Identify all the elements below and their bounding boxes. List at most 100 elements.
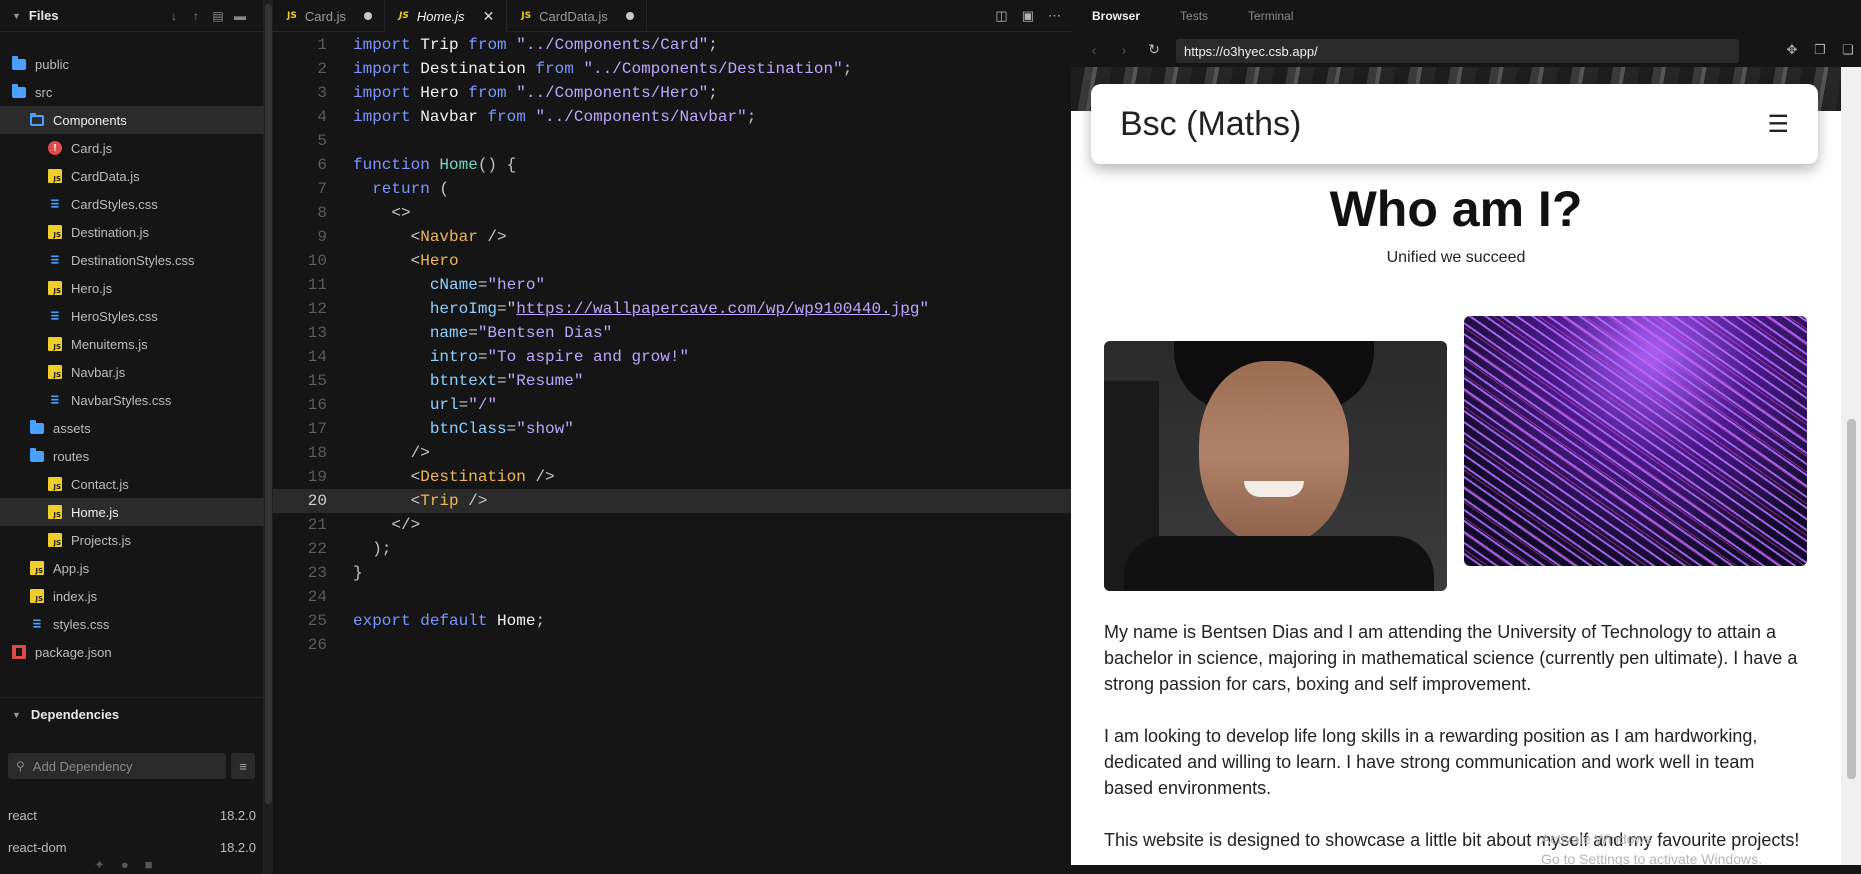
code-line[interactable]: 19 <Destination /> (273, 465, 1071, 489)
tree-item[interactable]: package.json (0, 638, 264, 666)
code-line[interactable]: 16 url="/" (273, 393, 1071, 417)
tree-item[interactable]: ≡ HeroStyles.css (0, 302, 264, 330)
tree-item[interactable]: JS Home.js (0, 498, 264, 526)
new-file-icon[interactable]: ▤ (207, 6, 229, 26)
tree-item[interactable]: ≡ CardStyles.css (0, 190, 264, 218)
code-line[interactable]: 15 btntext="Resume" (273, 369, 1071, 393)
back-icon[interactable]: ‹ (1079, 42, 1109, 58)
split-view-icon[interactable]: ◫ (995, 8, 1007, 24)
code-token: <> (353, 204, 411, 222)
tree-item[interactable]: JS Contact.js (0, 470, 264, 498)
tree-item[interactable]: JS index.js (0, 582, 264, 610)
preview-icon[interactable]: ▣ (1022, 8, 1034, 24)
sidebar-scrollbar[interactable] (264, 0, 273, 874)
tree-item[interactable]: routes (0, 442, 264, 470)
add-dependency-input[interactable] (32, 758, 203, 774)
tab-browser[interactable]: Browser (1092, 9, 1140, 23)
code-token: = (458, 396, 469, 414)
code-line[interactable]: 6 function Home() { (273, 153, 1071, 177)
code-line[interactable]: 4 import Navbar from "../Components/Navba… (273, 105, 1071, 129)
tab-card-js[interactable]: JS Card.js (273, 0, 386, 32)
code-line[interactable]: 26 (273, 633, 1071, 657)
dependency-menu-button[interactable]: ≡ (231, 753, 255, 779)
tab-carddata-js[interactable]: JS CardData.js (507, 0, 647, 32)
tree-item[interactable]: assets (0, 414, 264, 442)
site-logo[interactable]: Bsc (Maths) (1120, 105, 1301, 144)
code-line[interactable]: 25 export default Home; (273, 609, 1071, 633)
twitter-icon[interactable]: ✦ (94, 857, 105, 873)
forward-icon[interactable]: › (1109, 42, 1139, 58)
open-new-window-icon[interactable]: ❐ (1809, 39, 1831, 61)
code-line[interactable]: 9 <Navbar /> (273, 225, 1071, 249)
url-input[interactable] (1176, 39, 1739, 63)
line-number: 1 (317, 36, 327, 54)
line-number: 15 (307, 372, 327, 390)
code-line[interactable]: 24 (273, 585, 1071, 609)
css-file-icon: ≡ (32, 616, 42, 632)
code-line[interactable]: 18 /> (273, 441, 1071, 465)
tree-item[interactable]: src (0, 78, 264, 106)
files-panel-header[interactable]: ▼ Files ↓ ↑ ▤ ▬ (0, 0, 263, 32)
code-line[interactable]: 8 <> (273, 201, 1071, 225)
tree-item[interactable]: Components (0, 106, 264, 134)
code-line[interactable]: 5 (273, 129, 1071, 153)
tab-label: Home.js (416, 8, 465, 24)
tree-item-label: package.json (35, 644, 112, 660)
tree-item[interactable]: JS App.js (0, 554, 264, 582)
line-text: btnClass="show" (327, 417, 574, 441)
tree-item[interactable]: JS Destination.js (0, 218, 264, 246)
reload-icon[interactable]: ↻ (1139, 41, 1169, 58)
tab-tests[interactable]: Tests (1180, 9, 1208, 23)
fullscreen-icon[interactable]: ❏ (1837, 39, 1859, 61)
code-line[interactable]: 2 import Destination from "../Components/… (273, 57, 1071, 81)
code-line[interactable]: 17 btnClass="show" (273, 417, 1071, 441)
dependency-row[interactable]: react 18.2.0 (8, 804, 256, 826)
dependencies-header[interactable]: ▼ Dependencies (0, 697, 264, 731)
unsaved-dot-icon[interactable] (364, 12, 373, 20)
js-file-icon: JS (521, 11, 532, 21)
code-line[interactable]: 20 <Trip /> (273, 489, 1071, 513)
new-folder-icon[interactable]: ▬ (229, 6, 251, 26)
code-line[interactable]: 11 cName="hero" (273, 273, 1071, 297)
more-options-icon[interactable]: ⋯ (1048, 8, 1061, 24)
sort-up-icon[interactable]: ↑ (185, 6, 207, 26)
collapse-caret-icon[interactable]: ▼ (12, 11, 21, 21)
code-line[interactable]: 1 import Trip from "../Components/Card"; (273, 33, 1071, 57)
tab-terminal[interactable]: Terminal (1248, 9, 1293, 23)
dependency-row[interactable]: react-dom 18.2.0 (8, 836, 256, 858)
code-line[interactable]: 14 intro="To aspire and grow!" (273, 345, 1071, 369)
page-subtitle: Unified we succeed (1386, 249, 1526, 266)
discord-icon[interactable]: ■ (145, 857, 153, 873)
tree-item[interactable]: JS Projects.js (0, 526, 264, 554)
code-line[interactable]: 7 return ( (273, 177, 1071, 201)
tree-item[interactable]: JS Hero.js (0, 274, 264, 302)
tree-item[interactable]: JS CardData.js (0, 162, 264, 190)
github-icon[interactable]: ● (121, 857, 129, 873)
add-dependency-field[interactable]: ⚲ (8, 753, 226, 779)
tree-item[interactable]: ! Card.js (0, 134, 264, 162)
css-file-icon: ≡ (50, 308, 60, 324)
code-line[interactable]: 12 heroImg="https://wallpapercave.com/wp… (273, 297, 1071, 321)
unsaved-dot-icon[interactable] (625, 12, 634, 20)
collapse-caret-icon[interactable]: ▼ (12, 710, 21, 720)
tab-home-js[interactable]: JS Home.js ✕ (385, 0, 508, 32)
tree-item[interactable]: public (0, 50, 264, 78)
tree-item[interactable]: ≡ styles.css (0, 610, 264, 638)
responsive-icon[interactable]: ✥ (1781, 39, 1803, 61)
hamburger-menu-icon[interactable]: ☰ (1767, 110, 1789, 139)
code-line[interactable]: 22 ); (273, 537, 1071, 561)
tree-item[interactable]: ≡ DestinationStyles.css (0, 246, 264, 274)
tree-item[interactable]: JS Navbar.js (0, 358, 264, 386)
tree-item[interactable]: ≡ NavbarStyles.css (0, 386, 264, 414)
code-line[interactable]: 23} (273, 561, 1071, 585)
code-line[interactable]: 21 </> (273, 513, 1071, 537)
code-area[interactable]: 1 import Trip from "../Components/Card"; 2… (273, 33, 1071, 657)
code-line[interactable]: 13 name="Bentsen Dias" (273, 321, 1071, 345)
close-icon[interactable]: ✕ (483, 8, 495, 25)
code-line[interactable]: 10 <Hero (273, 249, 1071, 273)
sort-down-icon[interactable]: ↓ (163, 6, 185, 26)
tree-item[interactable]: JS Menuitems.js (0, 330, 264, 358)
preview-scrollbar[interactable] (1841, 67, 1861, 865)
code-line[interactable]: 3 import Hero from "../Components/Hero"; (273, 81, 1071, 105)
code-token: "To aspire and grow!" (487, 348, 690, 366)
